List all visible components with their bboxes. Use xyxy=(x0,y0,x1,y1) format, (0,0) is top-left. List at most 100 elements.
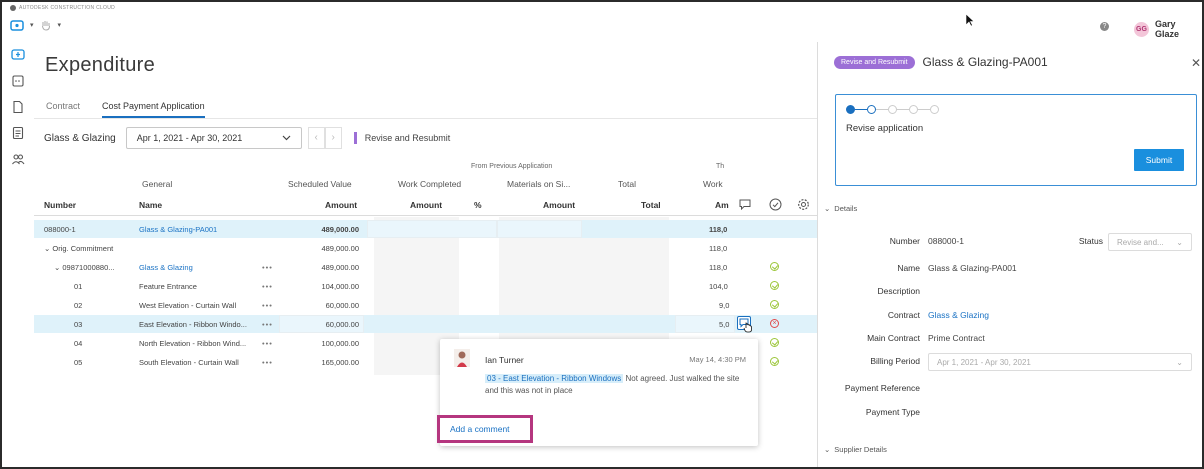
row-this-work: 5,0 xyxy=(719,320,730,329)
details-section-toggle[interactable]: ⌄ Details xyxy=(824,204,857,213)
add-comment-link[interactable]: Add a comment xyxy=(437,415,533,443)
row-this-work: 9,0 xyxy=(719,301,730,310)
billing-period-field[interactable]: Apr 1, 2021 - Apr 30, 2021 ⌄ xyxy=(928,353,1192,371)
help-icon[interactable]: ? xyxy=(1100,22,1109,31)
submit-button[interactable]: Submit xyxy=(1134,149,1184,171)
members-icon[interactable] xyxy=(11,152,25,166)
row-name: East Elevation - Ribbon Windo... xyxy=(139,320,247,329)
row-number: 04 xyxy=(74,339,83,348)
comment-author: Ian Turner xyxy=(485,355,524,365)
autodesk-logo-icon xyxy=(10,5,16,11)
row-menu-icon[interactable]: ••• xyxy=(262,339,273,348)
top-bar: AUTODESK CONSTRUCTION CLOUD ▾ ▾ ? GG Gar… xyxy=(2,2,1202,42)
project-switcher-icon[interactable] xyxy=(10,19,24,31)
approved-status-icon xyxy=(770,357,779,366)
table-row[interactable]: 03 East Elevation - Ribbon Windo... ••• … xyxy=(34,315,817,333)
budget-icon[interactable] xyxy=(11,74,25,88)
commenter-avatar xyxy=(454,349,470,367)
row-scheduled: 104,000.00 xyxy=(321,282,359,291)
mouse-cursor-icon xyxy=(965,13,975,27)
field-label: Main Contract xyxy=(867,333,920,343)
editable-cell[interactable] xyxy=(367,220,497,238)
row-menu-icon[interactable]: ••• xyxy=(262,301,273,310)
gear-icon[interactable] xyxy=(797,198,810,211)
row-this-work: 104,0 xyxy=(709,282,728,291)
next-period-button[interactable]: › xyxy=(324,127,342,149)
row-name: North Elevation - Ribbon Wind... xyxy=(139,339,247,348)
status-color-bar xyxy=(353,132,357,144)
tab-contract[interactable]: Contract xyxy=(46,101,80,118)
row-menu-icon[interactable]: ••• xyxy=(262,320,273,329)
hand-tool-icon[interactable] xyxy=(40,19,52,31)
document-icon[interactable] xyxy=(11,100,25,114)
col-name[interactable]: Name xyxy=(139,200,162,210)
chevron-down-icon xyxy=(282,135,291,141)
row-number[interactable]: ⌄ Orig. Commitment xyxy=(44,244,113,253)
workflow-step-label: Revise application xyxy=(846,123,924,134)
filter-row: Glass & Glazing Apr 1, 2021 - Apr 30, 20… xyxy=(44,127,450,149)
tab-cost-payment-application[interactable]: Cost Payment Application xyxy=(102,101,205,118)
status-text: Revise and Resubmit xyxy=(364,133,451,143)
row-name[interactable]: Glass & Glazing-PA001 xyxy=(139,225,217,234)
comments-column-icon[interactable] xyxy=(739,199,751,210)
col-number[interactable]: Number xyxy=(44,200,76,210)
row-menu-icon[interactable]: ••• xyxy=(262,263,273,272)
supplier-section-toggle[interactable]: ⌄ Supplier Details xyxy=(824,445,887,454)
row-name[interactable]: Glass & Glazing xyxy=(139,263,193,272)
step-connector xyxy=(918,109,930,110)
row-scheduled: 60,000.00 xyxy=(325,320,359,329)
header-total: Total xyxy=(618,179,636,189)
status-select[interactable]: Revise and... ⌄ xyxy=(1108,233,1192,251)
avatar: GG xyxy=(1134,21,1149,37)
table-row[interactable]: 02 West Elevation - Curtain Wall ••• 60,… xyxy=(34,296,817,314)
billing-period-select[interactable]: Apr 1, 2021 - Apr 30, 2021 xyxy=(125,127,302,149)
field-label: Number xyxy=(889,236,920,246)
step-connector xyxy=(876,109,888,110)
chevron-down-icon[interactable]: ▾ xyxy=(58,21,62,29)
row-scheduled: 489,000.00 xyxy=(321,263,359,272)
col-work-amount[interactable]: Amount xyxy=(410,200,442,210)
row-number: 05 xyxy=(74,358,83,367)
status-select-value: Revise and... xyxy=(1117,238,1164,247)
checklist-icon[interactable] xyxy=(11,126,25,140)
table-row[interactable]: ⌄ 09871000880... Glass & Glazing ••• 489… xyxy=(34,258,817,276)
row-number[interactable]: ⌄ 09871000880... xyxy=(54,263,115,272)
table-row[interactable]: 088000-1 Glass & Glazing-PA001 489,000.0… xyxy=(34,220,817,238)
user-name: Gary Glaze xyxy=(1155,19,1180,39)
row-scheduled: 100,000.00 xyxy=(321,339,359,348)
col-total[interactable]: Total xyxy=(641,200,661,210)
col-materials-amount[interactable]: Amount xyxy=(543,200,575,210)
status-badge: Revise and Resubmit xyxy=(834,55,915,69)
table-row[interactable]: ⌄ Orig. Commitment 489,000.00 118,0 xyxy=(34,239,817,257)
status-column-icon[interactable] xyxy=(769,198,782,211)
row-menu-icon[interactable]: ••• xyxy=(262,282,273,291)
workflow-card: Revise application Submit xyxy=(835,94,1197,186)
close-icon[interactable]: ✕ xyxy=(1191,56,1201,70)
workflow-steps xyxy=(846,105,939,114)
details-panel: Revise and Resubmit Glass & Glazing-PA00… xyxy=(817,42,1202,467)
previous-period-button[interactable]: ‹ xyxy=(307,127,325,149)
comment-item-tag[interactable]: 03 - East Elevation - Ribbon Windows xyxy=(485,374,624,383)
contract-link[interactable]: Glass & Glazing xyxy=(928,310,989,320)
chevron-down-icon[interactable]: ▾ xyxy=(30,21,34,29)
main-contract-value: Prime Contract xyxy=(928,333,985,343)
row-this-work: 118,0 xyxy=(709,263,728,272)
left-nav-rail xyxy=(2,42,34,467)
editable-cell[interactable] xyxy=(497,220,582,238)
field-label: Payment Type xyxy=(865,407,920,417)
table-row[interactable]: 01 Feature Entrance ••• 104,000.00 104,0 xyxy=(34,277,817,295)
row-scheduled: 165,000.00 xyxy=(321,358,359,367)
step-done-icon xyxy=(846,105,855,114)
col-this-amount[interactable]: Am xyxy=(715,200,729,210)
user-menu[interactable]: GG Gary Glaze xyxy=(1134,19,1202,39)
name-value: Glass & Glazing-PA001 xyxy=(928,263,1017,273)
col-scheduled-amount[interactable]: Amount xyxy=(325,200,357,210)
row-menu-icon[interactable]: ••• xyxy=(262,358,273,367)
header-scheduled-value: Scheduled Value xyxy=(288,179,352,189)
col-percent[interactable]: % xyxy=(474,200,482,210)
period-pager: ‹ › xyxy=(307,127,342,149)
row-scheduled: 489,000.00 xyxy=(321,244,359,253)
panel-header: Revise and Resubmit Glass & Glazing-PA00… xyxy=(834,55,1048,69)
cost-module-icon[interactable] xyxy=(11,48,25,62)
row-scheduled: 60,000.00 xyxy=(325,301,359,310)
